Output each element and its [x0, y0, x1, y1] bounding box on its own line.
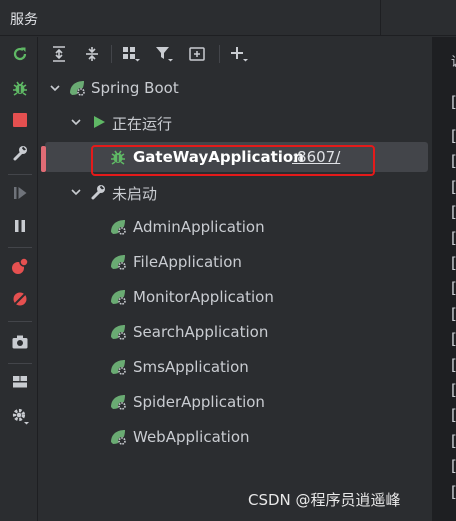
run-icon	[90, 113, 108, 131]
toolbar-divider	[219, 45, 220, 63]
toolbar-divider	[8, 363, 32, 364]
tree-node-running-group[interactable]: 正在运行	[39, 107, 432, 137]
console-line: [	[451, 152, 456, 170]
tree-node-label: FileApplication	[133, 253, 242, 271]
view-breakpoints-icon[interactable]	[9, 255, 31, 277]
spring-boot-icon	[109, 393, 127, 411]
spring-boot-icon	[109, 358, 127, 376]
tree-node-application[interactable]: MonitorApplication	[39, 282, 432, 312]
tree-node-label: Spring Boot	[91, 79, 179, 97]
console-panel: 调 [ [ [ [ [ [ [ [ [ [ [ [ [ [ [ [	[432, 37, 456, 521]
tool-window-header: 服务	[0, 0, 456, 36]
spring-boot-icon	[109, 323, 127, 341]
tree-node-label: 未启动	[112, 185, 158, 203]
chevron-down-icon[interactable]	[69, 185, 83, 199]
new-tab-icon[interactable]	[185, 42, 209, 66]
tree-node-not-started-group[interactable]: 未启动	[39, 177, 432, 207]
layout-icon[interactable]	[9, 371, 31, 393]
tree-node-application[interactable]: FileApplication	[39, 247, 432, 277]
expand-all-icon[interactable]	[47, 42, 71, 66]
group-services-icon[interactable]	[119, 42, 143, 66]
tree-node-application[interactable]: SmsApplication	[39, 352, 432, 382]
highlight-box	[91, 145, 375, 176]
filter-icon[interactable]	[152, 42, 176, 66]
stop-icon[interactable]	[9, 109, 31, 131]
spring-boot-icon	[109, 253, 127, 271]
tree-node-application[interactable]: SearchApplication	[39, 317, 432, 347]
wrench-icon[interactable]	[9, 142, 31, 164]
resume-icon[interactable]	[9, 182, 31, 204]
console-line: [	[451, 229, 456, 247]
console-line: [	[451, 305, 456, 323]
running-indicator	[41, 146, 46, 172]
pause-icon[interactable]	[9, 215, 31, 237]
console-line: [	[451, 203, 456, 221]
tree-node-label: SearchApplication	[133, 323, 269, 341]
top-toolbar	[39, 37, 432, 71]
tree-node-label: AdminApplication	[133, 218, 265, 236]
camera-icon[interactable]	[9, 331, 31, 353]
debug-icon[interactable]	[9, 77, 31, 99]
tree-node-label: SmsApplication	[133, 358, 249, 376]
chevron-down-icon[interactable]	[48, 81, 62, 95]
tree-node-label: MonitorApplication	[133, 288, 274, 306]
console-header-text: 调	[451, 51, 456, 70]
tree-node-label: 正在运行	[112, 115, 173, 133]
console-line: [	[451, 178, 456, 196]
console-line: [	[451, 356, 456, 374]
left-toolbar	[0, 37, 38, 521]
spring-boot-icon	[109, 428, 127, 446]
header-divider	[380, 0, 381, 36]
spring-boot-icon	[68, 79, 86, 97]
rerun-icon[interactable]	[9, 43, 31, 65]
collapse-all-icon[interactable]	[80, 42, 104, 66]
tree-node-label: WebApplication	[133, 428, 250, 446]
services-tree: Spring Boot 正在运行 GateWayApplication :860…	[39, 71, 432, 521]
tree-node-application[interactable]: AdminApplication	[39, 212, 432, 242]
console-line: [	[451, 127, 456, 145]
console-line: [	[451, 330, 456, 348]
toolbar-divider	[8, 247, 32, 248]
tree-node-label: SpiderApplication	[133, 393, 265, 411]
tree-node-spring-boot[interactable]: Spring Boot	[39, 73, 432, 103]
console-line: [	[451, 432, 456, 450]
console-line: [	[451, 254, 456, 272]
console-line: [	[451, 93, 456, 111]
tool-window-title: 服务	[10, 12, 38, 28]
console-line: [	[451, 406, 456, 424]
mute-breakpoints-icon[interactable]	[9, 288, 31, 310]
toolbar-divider	[8, 321, 32, 322]
console-line: [	[451, 457, 456, 475]
add-service-icon[interactable]	[227, 42, 251, 66]
toolbar-divider	[111, 45, 112, 63]
console-line: [	[451, 381, 456, 399]
gear-icon[interactable]	[9, 405, 31, 427]
console-line: [	[451, 279, 456, 297]
wrench-icon	[89, 183, 107, 201]
watermark: CSDN @程序员逍遥峰	[248, 491, 401, 509]
chevron-down-icon[interactable]	[69, 115, 83, 129]
tree-node-application[interactable]: WebApplication	[39, 422, 432, 452]
tree-node-application[interactable]: SpiderApplication	[39, 387, 432, 417]
toolbar-divider	[8, 174, 32, 175]
console-line: [	[451, 483, 456, 501]
spring-boot-icon	[109, 218, 127, 236]
spring-boot-icon	[109, 288, 127, 306]
